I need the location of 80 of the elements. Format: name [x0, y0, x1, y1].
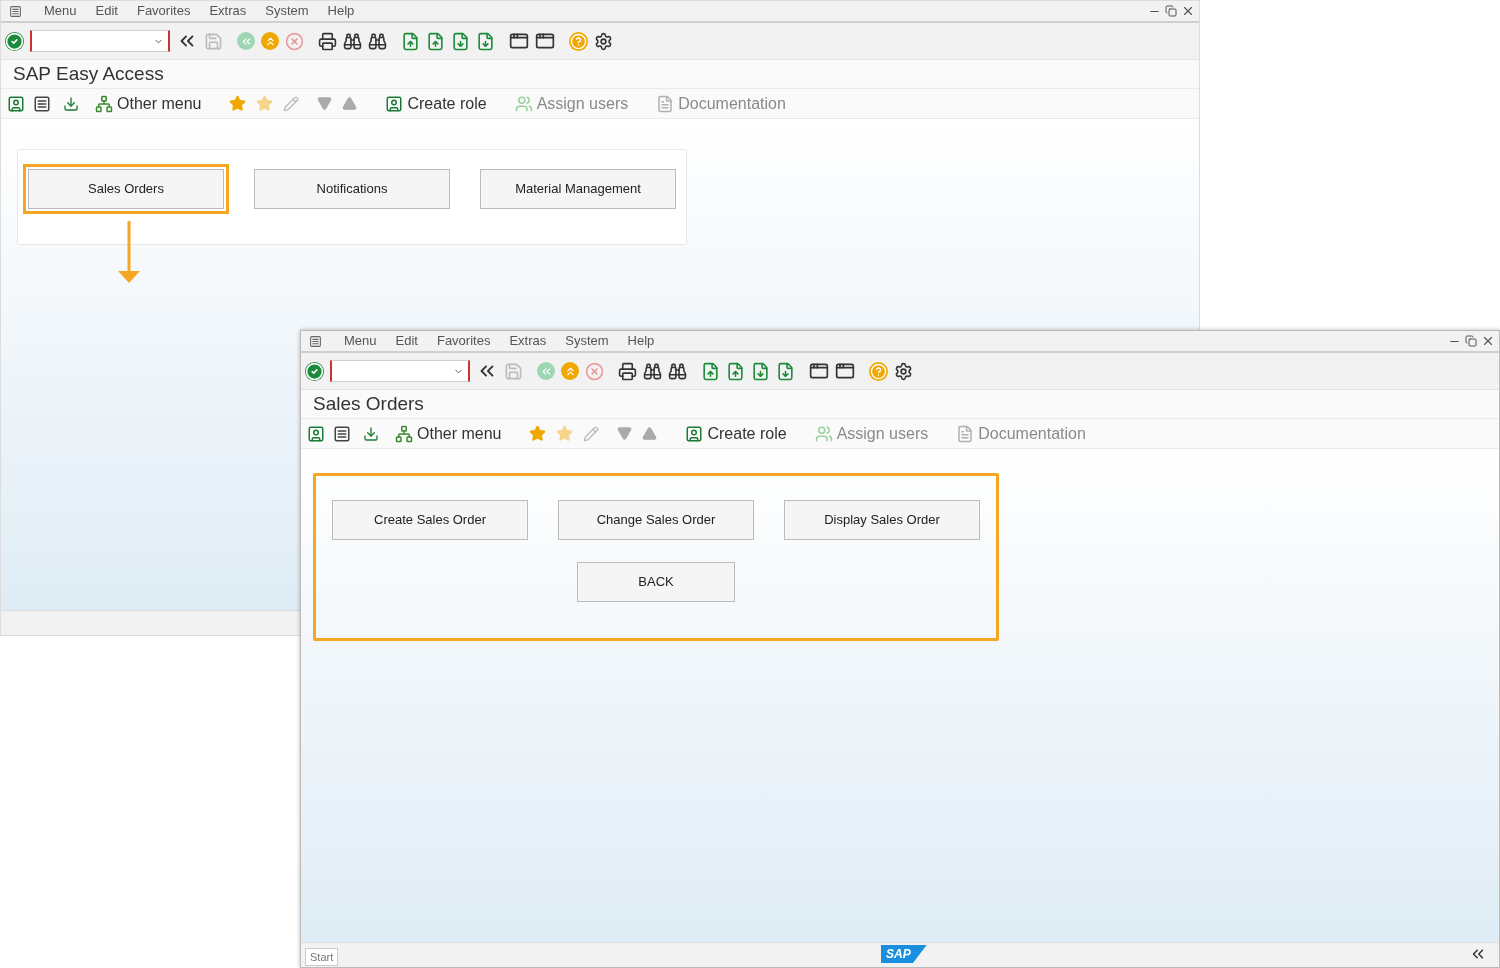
user-menu-icon[interactable]	[7, 94, 25, 113]
find-icon[interactable]	[343, 31, 362, 51]
list-icon[interactable]	[333, 424, 351, 443]
user-icon	[685, 424, 704, 443]
tile-button[interactable]: Change Sales Order	[558, 500, 754, 540]
toolbar-button[interactable]: Other menu	[417, 421, 502, 446]
find-icon[interactable]	[643, 361, 662, 381]
command-field[interactable]	[30, 30, 170, 52]
command-field[interactable]	[330, 360, 470, 382]
users-icon	[514, 94, 533, 113]
document-icon	[656, 94, 675, 113]
next-page-icon[interactable]	[751, 361, 770, 381]
start-button[interactable]: Start	[305, 947, 339, 966]
tile-button[interactable]: Display Sales Order	[784, 500, 980, 540]
tile-button[interactable]: Sales Orders	[23, 164, 229, 214]
check-icon[interactable]	[5, 31, 24, 51]
printer-icon[interactable]	[318, 31, 337, 51]
close-icon[interactable]	[1181, 4, 1195, 18]
toolbar-button[interactable]: Other menu	[117, 91, 202, 116]
settings-icon[interactable]	[594, 31, 613, 51]
menu-item[interactable]: System	[265, 1, 309, 21]
first-page-icon[interactable]	[401, 31, 420, 51]
star-add-icon[interactable]	[529, 425, 547, 442]
restore-icon[interactable]	[1465, 335, 1477, 347]
settings-icon[interactable]	[894, 361, 913, 381]
document-icon	[956, 424, 975, 443]
new-window-icon[interactable]	[809, 361, 829, 381]
screen-title: Sales Orders	[313, 391, 424, 416]
screen-title: SAP Easy Access	[13, 61, 164, 86]
download-icon[interactable]	[63, 95, 79, 112]
menu-item[interactable]: Favorites	[136, 1, 191, 21]
user-icon	[385, 94, 404, 113]
triangle-down-icon[interactable]	[617, 426, 633, 441]
download-icon[interactable]	[363, 425, 379, 442]
first-page-icon[interactable]	[701, 361, 720, 381]
toolbar-button[interactable]: Create role	[407, 91, 487, 116]
triangle-up-icon[interactable]	[642, 426, 658, 441]
hierarchy-icon	[395, 424, 413, 443]
list-icon[interactable]	[33, 94, 51, 113]
star-add-icon[interactable]	[229, 95, 247, 112]
tile-button[interactable]: Notifications	[254, 169, 450, 209]
triangle-up-icon[interactable]	[342, 96, 358, 111]
menu-item[interactable]: Extras	[209, 1, 247, 21]
printer-icon[interactable]	[618, 361, 637, 381]
star-delete-icon[interactable]	[556, 425, 574, 442]
previous-page-icon[interactable]	[426, 31, 445, 51]
shortcut-icon[interactable]	[835, 361, 855, 381]
shortcut-icon[interactable]	[535, 31, 555, 51]
hierarchy-icon	[95, 94, 113, 113]
arrow-drawing	[116, 221, 142, 283]
restore-icon[interactable]	[1165, 5, 1177, 17]
menu-item[interactable]: Edit	[395, 331, 418, 351]
last-page-icon[interactable]	[476, 31, 495, 51]
menu-item[interactable]: System	[565, 331, 609, 351]
last-page-icon[interactable]	[776, 361, 795, 381]
previous-page-icon[interactable]	[726, 361, 745, 381]
help-icon[interactable]	[569, 31, 588, 51]
find-next-icon[interactable]	[368, 31, 387, 51]
tile-button[interactable]: Material Management	[480, 169, 676, 209]
new-window-icon[interactable]	[509, 31, 529, 51]
menu-item[interactable]: Help	[627, 331, 655, 351]
find-next-icon[interactable]	[668, 361, 687, 381]
triangle-down-icon[interactable]	[317, 96, 333, 111]
toolbar-button[interactable]: Create role	[707, 421, 787, 446]
menu-item[interactable]: Menu	[44, 1, 77, 21]
menu-item[interactable]: Favorites	[436, 331, 491, 351]
next-page-icon[interactable]	[451, 31, 470, 51]
menu-item[interactable]: Menu	[344, 331, 377, 351]
menu-item[interactable]: Extras	[509, 331, 547, 351]
sap-logo: SAP	[881, 945, 927, 963]
close-icon[interactable]	[1481, 334, 1495, 348]
menu-item[interactable]: Edit	[95, 1, 118, 21]
help-icon[interactable]	[869, 361, 888, 381]
check-icon[interactable]	[305, 361, 324, 381]
menu-item[interactable]: Help	[327, 1, 355, 21]
back-button[interactable]: BACK	[577, 562, 735, 602]
users-icon	[814, 424, 833, 443]
star-delete-icon[interactable]	[256, 95, 274, 112]
tile-button[interactable]: Create Sales Order	[332, 500, 528, 540]
user-menu-icon[interactable]	[307, 424, 325, 443]
